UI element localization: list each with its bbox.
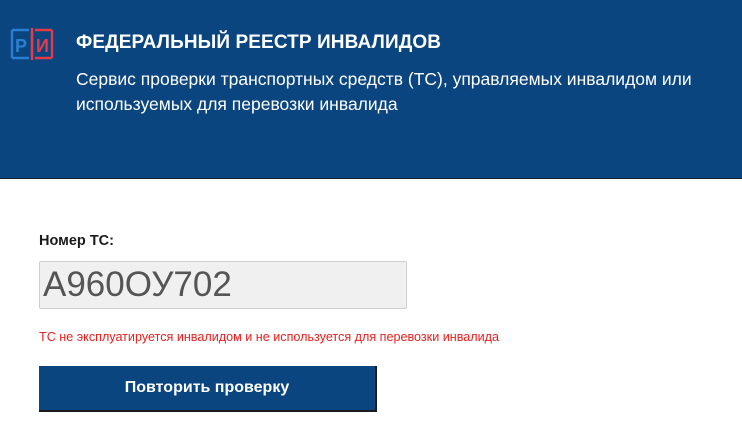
retry-check-button[interactable]: Повторить проверку xyxy=(39,366,377,412)
logo-letter-r: Р xyxy=(15,36,27,56)
vehicle-number-label: Номер ТС: xyxy=(39,233,114,249)
error-message: ТС не эксплуатируется инвалидом и не исп… xyxy=(39,330,500,344)
page: Р И ФЕДЕРАЛЬНЫЙ РЕЕСТР ИНВАЛИДОВ Сервис … xyxy=(0,0,742,426)
fri-logo-icon: Р И xyxy=(9,27,55,61)
logo-letter-i: И xyxy=(36,36,49,56)
page-subtitle: Сервис проверки транспортных средств (ТС… xyxy=(76,69,692,114)
vehicle-number-input[interactable] xyxy=(39,261,407,309)
header-banner: Р И ФЕДЕРАЛЬНЫЙ РЕЕСТР ИНВАЛИДОВ Сервис … xyxy=(0,0,742,179)
page-title: ФЕДЕРАЛЬНЫЙ РЕЕСТР ИНВАЛИДОВ xyxy=(76,32,442,53)
